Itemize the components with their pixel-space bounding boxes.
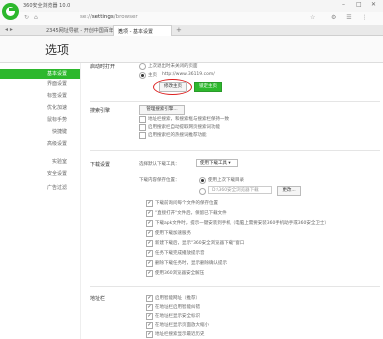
download-option-label: 使用下载加速服务 bbox=[155, 231, 191, 236]
download-custom-dir-radio[interactable] bbox=[199, 188, 206, 195]
addressbar-option-label: 在地址栏显示页面放大缩小 bbox=[155, 323, 209, 328]
tab-2345[interactable]: 2345网址导航 - 开创中国百年... bbox=[46, 27, 118, 34]
tab-settings-label: 选项 - 基本设置 bbox=[118, 29, 153, 35]
addressbar-option-label: 启用智能网址（推荐） bbox=[155, 296, 200, 301]
download-last-dir-radio[interactable] bbox=[199, 177, 206, 184]
addressbar-option-checkbox[interactable]: ✓ bbox=[146, 295, 153, 302]
sidebar-item-shortcuts[interactable]: 快捷键 bbox=[0, 127, 80, 137]
new-tab-icon[interactable]: + bbox=[176, 26, 182, 34]
download-option-label: "直接打开"文件后，保留已下载文件 bbox=[155, 211, 227, 216]
section-divider bbox=[90, 150, 380, 151]
sidebar-item-advanced[interactable]: 高级设置 bbox=[0, 139, 80, 149]
download-dir-label: 下载内容保存位置： bbox=[139, 178, 180, 183]
download-option-label: 下载前询问每个文件的保存位置 bbox=[155, 201, 218, 206]
tab-close-icon[interactable]: ✕ bbox=[118, 28, 122, 34]
sidebar-item-gestures[interactable]: 鼠标手势 bbox=[0, 115, 80, 125]
download-option-label: 新建下载后，显示"360安全浏览器下载"窗口 bbox=[155, 241, 245, 246]
download-dir-option1: 使用上次下载目录 bbox=[208, 178, 244, 183]
minimize-icon[interactable]: – bbox=[342, 1, 345, 8]
manage-search-button[interactable]: 管理搜索引擎... bbox=[139, 105, 185, 115]
addressbar-option-checkbox[interactable]: ✓ bbox=[146, 331, 153, 338]
sidebar-item-interface[interactable]: 界面设置 bbox=[0, 79, 80, 89]
tab-list-icon[interactable]: ◂ ▸ bbox=[5, 26, 13, 33]
download-option-label: 任务下载完成播放提示音 bbox=[155, 251, 205, 256]
homepage-url: http://www.36119.com/ bbox=[162, 72, 215, 77]
download-option-checkbox[interactable]: ✓ bbox=[146, 270, 153, 277]
sidebar-item-adblock[interactable]: 广告过滤 bbox=[0, 183, 80, 193]
search-option-label: 启用搜索栏自动提取网页搜索词功能 bbox=[148, 125, 220, 130]
section-divider bbox=[90, 101, 380, 102]
startup-option1-label: 上次退出时未关闭的页面 bbox=[148, 64, 198, 69]
lock-homepage-button[interactable]: 锁定主页 bbox=[194, 82, 222, 92]
download-path-input[interactable]: D:\360安全浏览器下载 bbox=[208, 186, 272, 194]
download-option-checkbox[interactable]: ✓ bbox=[146, 230, 153, 237]
toolbar-icons[interactable]: ⚙ ☰ ⋮ bbox=[331, 14, 372, 21]
maximize-icon[interactable]: □ bbox=[356, 1, 362, 8]
addressbar-option-checkbox[interactable]: ✓ bbox=[146, 313, 153, 320]
close-icon[interactable]: ✕ bbox=[371, 1, 376, 8]
home-icon[interactable]: ⌂ bbox=[34, 14, 38, 21]
search-label: 搜索引擎 bbox=[90, 108, 111, 114]
addressbar-option-checkbox[interactable]: ✓ bbox=[146, 304, 153, 311]
refresh-icon[interactable]: ↻ bbox=[24, 14, 29, 21]
browse-button[interactable]: 更改... bbox=[277, 186, 301, 196]
modify-homepage-button[interactable]: 修改主页 bbox=[159, 82, 187, 92]
favorite-star-icon[interactable]: ☆ bbox=[310, 14, 315, 21]
search-option-label: 地址栏搜索，和搜索框与搜索栏保持一致 bbox=[148, 117, 229, 122]
download-label: 下载设置 bbox=[90, 162, 111, 168]
tab-settings[interactable]: 选项 - 基本设置 ✕ bbox=[113, 25, 172, 36]
url-bar bbox=[0, 12, 383, 25]
search-option-checkbox[interactable] bbox=[139, 116, 146, 123]
addressbar-option-label: 地址栏搜索显示最近历史 bbox=[155, 332, 205, 337]
search-option-label: 启用搜索栏的热搜词推荐功能 bbox=[148, 133, 207, 138]
address-input[interactable]: se://settings/browser bbox=[80, 14, 138, 20]
app-title: 360安全浏览器 10.0 bbox=[23, 3, 71, 9]
download-option-label: 下载apk文件时，提示一键安装到手机（电脑上需要安装360手机助手或360安全卫… bbox=[155, 221, 329, 226]
download-option-label: 使用360浏览器安全解压 bbox=[155, 271, 205, 276]
download-option-checkbox[interactable]: ✓ bbox=[146, 260, 153, 267]
startup-homepage-radio[interactable] bbox=[139, 72, 146, 79]
download-tool-select[interactable]: 使用下载工具 ▾ bbox=[196, 159, 238, 167]
360-logo-icon bbox=[2, 3, 19, 20]
addressbar-option-checkbox[interactable]: ✓ bbox=[146, 322, 153, 329]
sidebar-item-tabs[interactable]: 标签设置 bbox=[0, 91, 80, 101]
search-option-checkbox[interactable] bbox=[139, 124, 146, 131]
search-option-checkbox[interactable] bbox=[139, 132, 146, 139]
startup-label: 启动时打开 bbox=[90, 64, 116, 70]
download-option-checkbox[interactable]: ✓ bbox=[146, 240, 153, 247]
download-option-checkbox[interactable]: ✓ bbox=[146, 200, 153, 207]
download-option-checkbox[interactable]: ✓ bbox=[146, 220, 153, 227]
page-title: 选项 bbox=[45, 43, 70, 57]
download-option-label: 删除下载任务时，显示删除确认提示 bbox=[155, 261, 227, 266]
sidebar-item-optimize[interactable]: 优化加速 bbox=[0, 103, 80, 113]
download-option-checkbox[interactable]: ✓ bbox=[146, 210, 153, 217]
sidebar-item-lab[interactable]: 实验室 bbox=[0, 157, 80, 167]
addressbar-option-label: 在地址栏显示安全标识 bbox=[155, 314, 200, 319]
startup-last-session-radio[interactable] bbox=[139, 63, 146, 70]
sidebar-item-security[interactable]: 安全设置 bbox=[0, 169, 80, 179]
addressbar-label: 地址栏 bbox=[90, 296, 106, 302]
download-option-checkbox[interactable]: ✓ bbox=[146, 250, 153, 257]
section-divider bbox=[90, 286, 380, 287]
addressbar-option-label: 在地址栏启用智能纠错 bbox=[155, 305, 200, 310]
download-tool-label: 选择默认下载工具： bbox=[139, 162, 180, 167]
startup-option2-label: 主页 bbox=[148, 73, 157, 78]
sidebar: 基本设置 界面设置 标签设置 优化加速 鼠标手势 快捷键 高级设置 实验室 安全… bbox=[0, 63, 81, 339]
sidebar-item-basic[interactable]: 基本设置 bbox=[0, 69, 80, 79]
